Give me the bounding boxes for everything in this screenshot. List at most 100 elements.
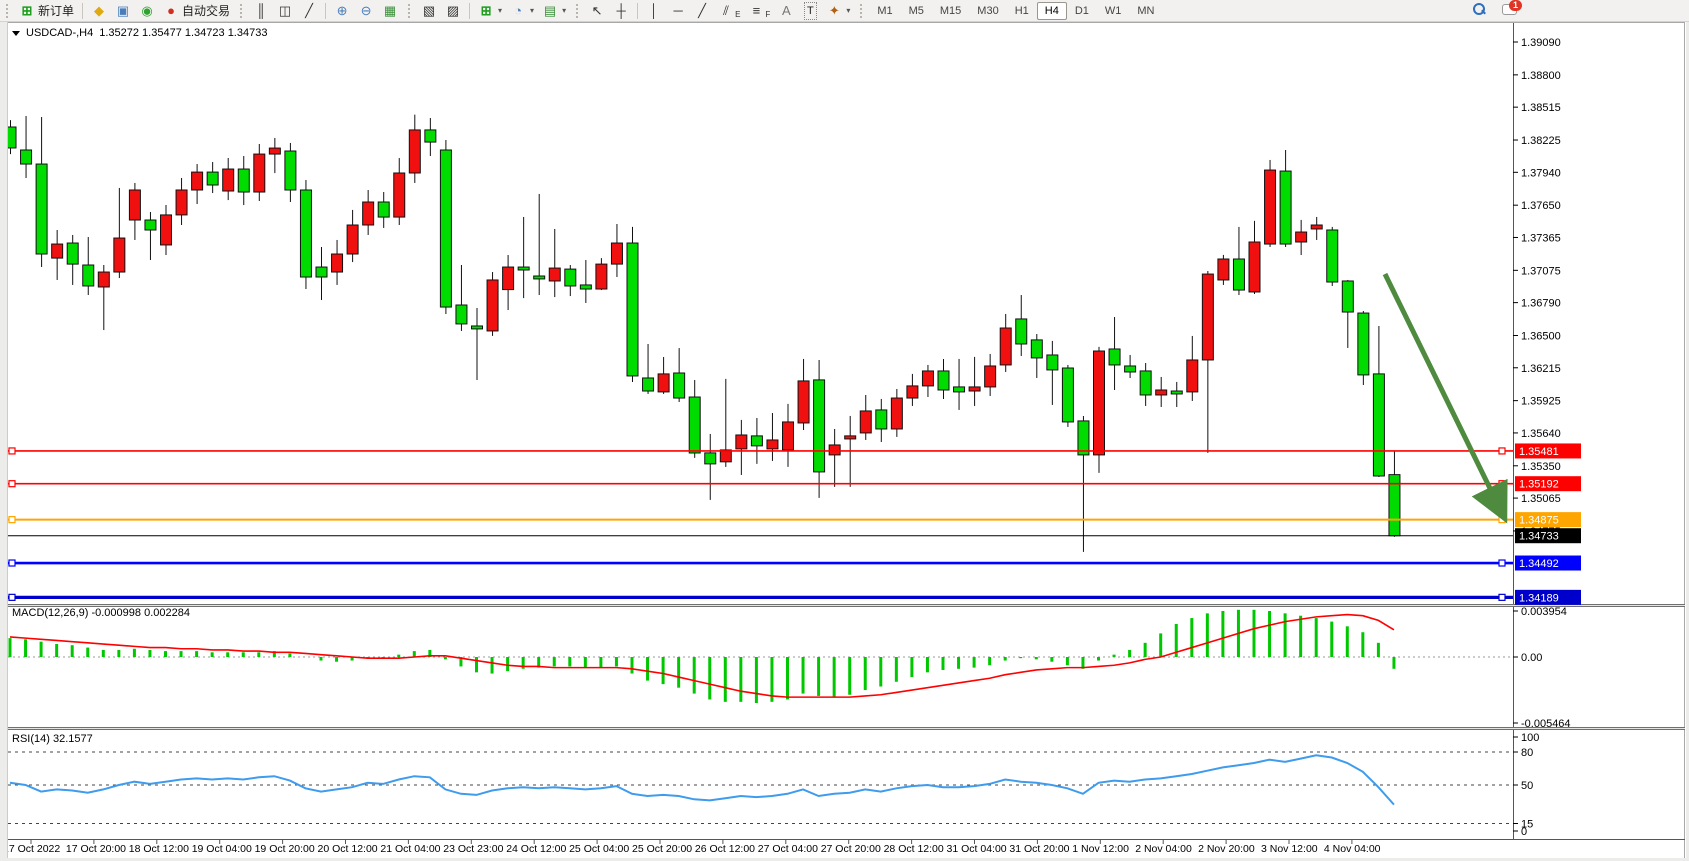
market-watch-icon: ▣ (115, 3, 131, 19)
crosshair-button[interactable]: ┼ (609, 2, 633, 20)
arrows-button[interactable]: ✦▾ (822, 2, 854, 20)
candle-up (503, 267, 514, 290)
line-handle[interactable] (1499, 448, 1505, 454)
candle-down (580, 285, 591, 289)
time-axis-label: 19 Oct 20:00 (255, 843, 315, 855)
new-chart-button[interactable]: ⊞▾ (474, 2, 506, 20)
line-handle[interactable] (1499, 560, 1505, 566)
zoom-in-button[interactable]: ⊕ (330, 2, 354, 20)
timeframe-m1[interactable]: M1 (869, 2, 900, 20)
line-handle[interactable] (1499, 481, 1505, 487)
time-axis-label: 26 Oct 12:00 (695, 843, 755, 855)
timeframe-m30[interactable]: M30 (969, 2, 1006, 20)
timeframe-h4[interactable]: H4 (1037, 2, 1067, 20)
cursor-button[interactable]: ↖ (585, 2, 609, 20)
notification-badge: 1 (1509, 0, 1522, 11)
line-handle[interactable] (9, 594, 15, 600)
line-handle[interactable] (1499, 594, 1505, 600)
period-button[interactable]: ◔▾ (506, 2, 538, 20)
price-tick-label: 1.37940 (1521, 167, 1561, 179)
candle-down (36, 164, 47, 254)
candle-down (814, 380, 825, 472)
chat-button[interactable]: 1 (1498, 1, 1524, 17)
line-handle[interactable] (9, 517, 15, 523)
timeframe-h1[interactable]: H1 (1007, 2, 1037, 20)
tile-windows-button[interactable]: ▦ (378, 2, 402, 20)
chart-shift-button[interactable]: ▧ (417, 2, 441, 20)
timeframe-m15[interactable]: M15 (932, 2, 969, 20)
price-tick-label: 1.38515 (1521, 102, 1561, 114)
time-axis-label: 3 Nov 12:00 (1261, 843, 1318, 855)
candle-up (985, 366, 996, 387)
horizontal-line-button[interactable]: ─ (666, 2, 690, 20)
timeframe-d1[interactable]: D1 (1067, 2, 1097, 20)
time-axis-label: 18 Oct 12:00 (129, 843, 189, 855)
market-watch-button[interactable]: ▣ (111, 2, 135, 20)
price-line-badge-label: 1.34733 (1519, 531, 1559, 543)
chart-title-bar[interactable]: USDCAD-,H4 1.35272 1.35477 1.34723 1.347… (12, 27, 267, 39)
bar-chart-button[interactable]: ║ (249, 2, 273, 20)
chart-autoscroll-button[interactable]: ▨ (441, 2, 465, 20)
equidistant-channel-button[interactable]: ⫽E (714, 2, 744, 20)
toolbar-grip (6, 4, 11, 18)
timeframe-mn[interactable]: MN (1129, 2, 1162, 20)
signals-button[interactable]: ◉ (135, 2, 159, 20)
chart-canvas[interactable]: 1.390901.388001.385151.382251.379401.376… (0, 0, 1689, 861)
candle-down (1358, 313, 1369, 375)
candle-down (518, 267, 529, 270)
candle-up (736, 435, 747, 449)
candle-up (52, 244, 63, 258)
candle-up (1218, 259, 1229, 280)
candle-down (1280, 171, 1291, 244)
chat-icon: 1 (1502, 2, 1520, 16)
line-handle[interactable] (9, 481, 15, 487)
time-axis-label: 1 Nov 12:00 (1072, 843, 1129, 855)
charts-panel-button[interactable]: ◆ (87, 2, 111, 20)
candle-down (705, 453, 716, 464)
tile-windows-icon: ▦ (382, 3, 398, 19)
price-tick-label: 1.35350 (1521, 461, 1561, 473)
price-line-badge-label: 1.35192 (1519, 479, 1559, 491)
candle-down (472, 326, 483, 329)
candle-up (161, 215, 172, 245)
zoom-out-button[interactable]: ⊖ (354, 2, 378, 20)
candlestick-chart-button[interactable]: ◫ (273, 2, 297, 20)
candlestick-chart-icon: ◫ (277, 3, 293, 19)
candle-up (860, 411, 871, 433)
candle-down (534, 276, 545, 279)
candle-down (1233, 259, 1244, 290)
line-chart-icon: ╱ (301, 3, 317, 19)
price-tick-label: 1.35925 (1521, 396, 1561, 408)
text-label-button[interactable]: T (798, 2, 822, 20)
fibonacci-icon: ≡ (748, 3, 764, 19)
new-chart-icon: ⊞ (478, 3, 494, 19)
fibonacci-button[interactable]: ≡F (744, 2, 774, 20)
candle-up (611, 243, 622, 264)
trendline-button[interactable]: ╱ (690, 2, 714, 20)
new-order-button[interactable]: ⊞ 新订单 (15, 1, 78, 20)
candle-down (238, 169, 249, 192)
vertical-line-button[interactable]: │ (642, 2, 666, 20)
search-button[interactable] (1468, 1, 1490, 17)
rsi-axis-label: 0 (1521, 826, 1527, 838)
autotrade-button[interactable]: ● 自动交易 (159, 1, 234, 20)
template-button[interactable]: ▤▾ (538, 2, 570, 20)
candle-up (332, 254, 343, 272)
candle-up (783, 422, 794, 450)
time-axis-label: 21 Oct 04:00 (380, 843, 440, 855)
line-handle[interactable] (9, 448, 15, 454)
text-button[interactable]: A (774, 2, 798, 20)
line-chart-button[interactable]: ╱ (297, 2, 321, 20)
crosshair-icon: ┼ (613, 3, 629, 19)
timeframe-m5[interactable]: M5 (901, 2, 932, 20)
time-axis-label: 24 Oct 12:00 (506, 843, 566, 855)
candle-down (643, 378, 654, 391)
candle-up (1000, 328, 1011, 365)
price-tick-label: 1.35640 (1521, 428, 1561, 440)
timeframe-w1[interactable]: W1 (1097, 2, 1130, 20)
trendline-icon: ╱ (694, 3, 710, 19)
price-tick-label: 1.36500 (1521, 330, 1561, 342)
chart-menu-icon[interactable] (12, 31, 20, 36)
candle-up (254, 154, 265, 192)
line-handle[interactable] (9, 560, 15, 566)
